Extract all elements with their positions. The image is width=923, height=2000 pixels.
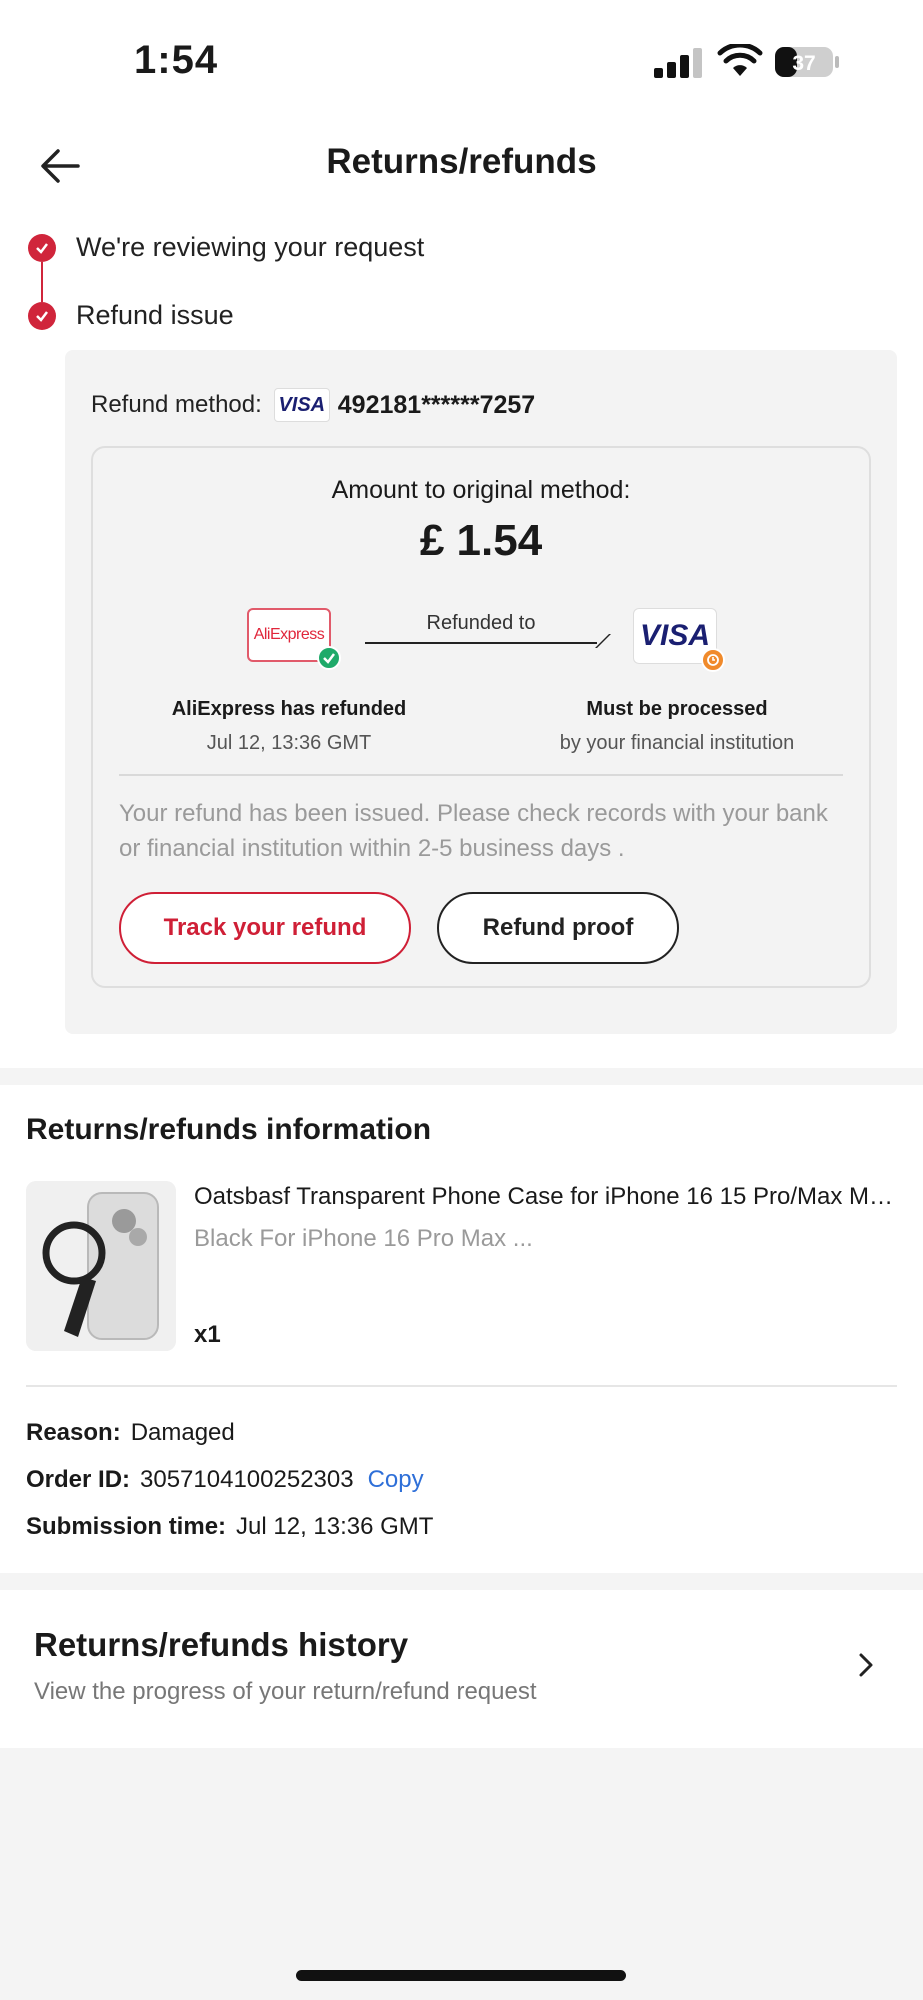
step-label: Refund issue [76,300,234,330]
check-icon [28,233,56,262]
order-id-value: 3057104100252303 [140,1466,354,1493]
source-status-time: Jul 12, 13:36 GMT [206,732,372,754]
reason-label: Reason: [26,1419,121,1446]
order-id-row: Order ID: 3057104100252303 Copy [26,1466,424,1494]
submission-time-value: Jul 12, 13:36 GMT [236,1513,434,1540]
chevron-right-icon[interactable] [853,1652,879,1678]
refund-amount: £ 1.54 [419,516,543,565]
visa-card-icon: VISA [273,388,330,422]
source-status-title: AliExpress has refunded [171,698,407,720]
divider [26,1385,897,1387]
pending-clock-icon [701,648,725,672]
refunded-to-label: Refunded to [426,612,536,634]
reason-row: Reason: Damaged [26,1419,235,1447]
reason-value: Damaged [130,1419,235,1446]
battery-level: 37 [792,52,815,75]
arrow-right-icon [583,634,611,648]
battery-icon: 37 [775,47,839,77]
card-number: 492181******7257 [337,390,536,419]
history-subtitle: View the progress of your return/refund … [34,1678,537,1705]
divider [119,774,843,776]
refund-proof-button[interactable]: Refund proof [437,892,679,964]
product-quantity: x1 [194,1321,221,1348]
refund-status-section: We're reviewing your request Refund issu… [0,210,923,1068]
submission-time-label: Submission time: [26,1513,227,1540]
refund-detail-card: Amount to original method: £ 1.54 AliExp… [91,446,871,988]
status-time: 1:54 [134,38,219,82]
dest-status-sub: by your financial institution [559,732,795,754]
product-title[interactable]: Oatsbasf Transparent Phone Case for iPho… [194,1183,898,1211]
product-variant: Black For iPhone 16 Pro Max ... [194,1225,533,1252]
product-thumbnail[interactable] [26,1181,176,1351]
step-refund-issue: Refund issue [28,300,234,331]
order-id-label: Order ID: [26,1466,131,1493]
refund-box: Refund method: VISA 492181******7257 Amo… [65,350,897,1034]
cellular-signal-icon [654,48,702,78]
refund-history-row[interactable]: Returns/refunds history View the progres… [0,1590,923,1748]
home-indicator [296,1970,626,1981]
copy-order-id-link[interactable]: Copy [368,1466,424,1494]
arrow-line [365,642,597,644]
step-reviewing: We're reviewing your request [28,232,424,263]
step-connector [41,262,43,302]
submission-time-row: Submission time: Jul 12, 13:36 GMT [26,1513,433,1541]
refund-notice: Your refund has been issued. Please chec… [119,800,828,862]
track-refund-button[interactable]: Track your refund [119,892,411,964]
step-label: We're reviewing your request [76,232,425,262]
returns-info-section: Returns/refunds information Oatsbasf Tra… [0,1085,923,1573]
dest-status-title: Must be processed [586,698,768,720]
refund-method-row: Refund method: VISA 492181******7257 [91,388,535,422]
wifi-icon [717,44,763,76]
refund-method-label: Refund method: [91,391,262,418]
section-title: Returns/refunds information [26,1113,432,1146]
history-title: Returns/refunds history [34,1626,409,1663]
check-icon [28,301,56,330]
page-header: Returns/refunds [0,120,923,210]
page-title: Returns/refunds [326,142,597,181]
success-check-icon [317,646,341,670]
amount-label: Amount to original method: [331,476,631,504]
status-bar: 1:54 37 [0,0,923,120]
